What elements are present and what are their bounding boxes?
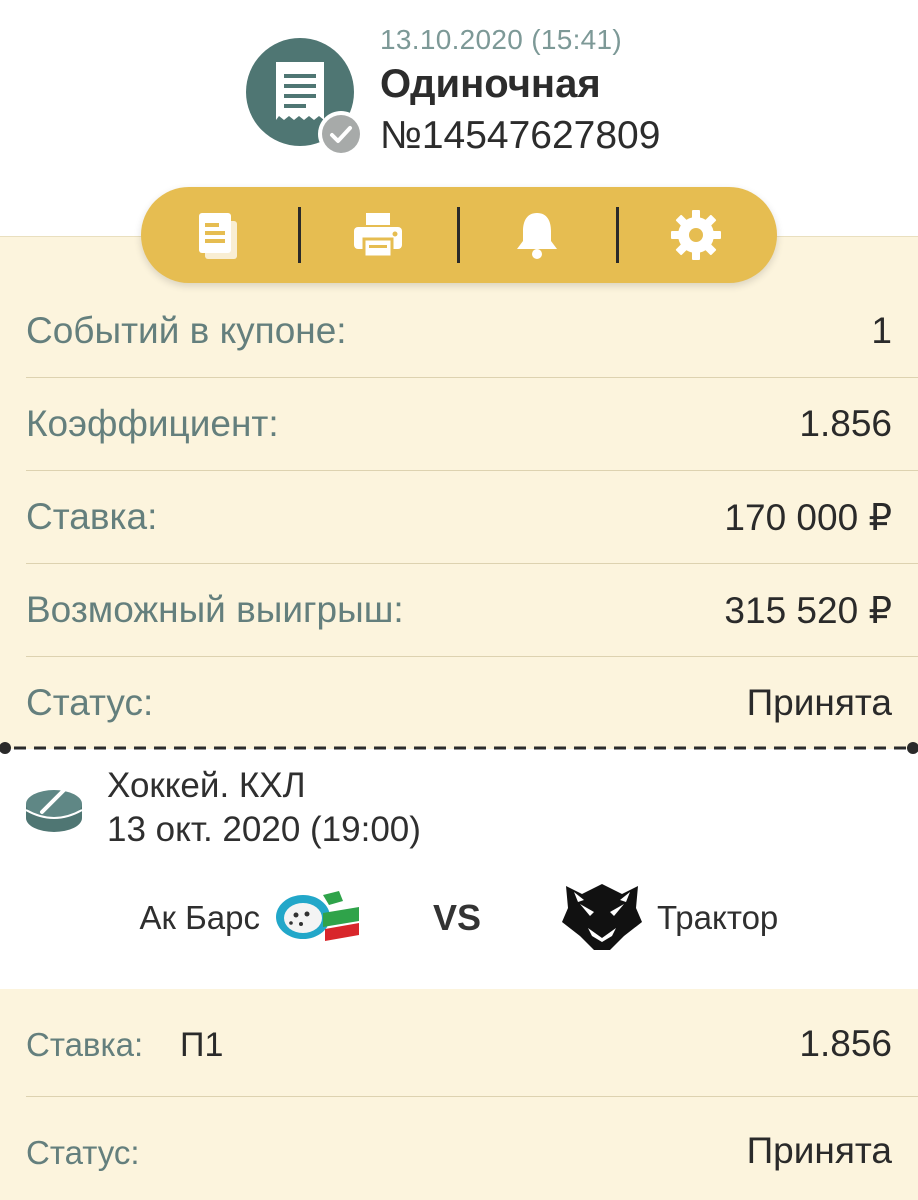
- possible-win-row: Возможный выигрыш: 315 520 ₽: [0, 563, 918, 656]
- vs-label: VS: [433, 897, 482, 938]
- bet-coupon-screen: 13.10.2020 (15:41) Одиночная №1454762780…: [0, 0, 918, 1200]
- bet-status-label: Статус:: [26, 1134, 140, 1171]
- coupon-date: 13.10.2020 (15:41): [380, 24, 623, 55]
- row-divider: [26, 1096, 918, 1097]
- coupon-number: №14547627809: [380, 114, 661, 157]
- status-value: Принята: [746, 682, 892, 723]
- status-row: Статус: Принята: [0, 656, 918, 749]
- event-sport-league: Хоккей. КХЛ: [107, 766, 306, 805]
- odds-row: Коэффициент: 1.856: [0, 377, 918, 470]
- possible-win-label: Возможный выигрыш:: [26, 589, 404, 630]
- odds-value: 1.856: [799, 403, 892, 444]
- toolbar-divider: [298, 207, 301, 263]
- events-count-value: 1: [871, 310, 892, 351]
- event-datetime: 13 окт. 2020 (19:00): [107, 810, 421, 849]
- copy-document-icon: [199, 213, 237, 259]
- toolbar-divider: [457, 207, 460, 263]
- copy-button[interactable]: [179, 201, 259, 269]
- bell-icon: [517, 213, 557, 259]
- gear-icon: [671, 210, 721, 260]
- print-button[interactable]: [338, 201, 418, 269]
- stake-row: Ставка: 170 000 ₽: [0, 470, 918, 563]
- hockey-puck-icon: [25, 784, 83, 832]
- stake-label: Ставка:: [26, 496, 158, 537]
- coupon-type-title: Одиночная: [380, 62, 601, 106]
- settings-button[interactable]: [656, 201, 736, 269]
- team2-name: Трактор: [657, 899, 779, 936]
- events-count-label: Событий в купоне:: [26, 310, 347, 351]
- team1-name: Ак Барс: [139, 899, 260, 936]
- toolbar-divider: [616, 207, 619, 263]
- bet-outcome: П1: [180, 1026, 224, 1064]
- possible-win-value: 315 520 ₽: [724, 590, 892, 631]
- bet-status-value: Принята: [746, 1130, 892, 1171]
- perforation-divider: [0, 740, 918, 756]
- status-label: Статус:: [26, 682, 154, 723]
- stake-value: 170 000 ₽: [724, 497, 892, 538]
- accepted-badge: [318, 111, 364, 157]
- events-count-row: Событий в купоне: 1: [0, 284, 918, 377]
- coupon-toolbar: [141, 187, 777, 283]
- odds-label: Коэффициент:: [26, 403, 279, 444]
- bet-stake-label: Ставка:: [26, 1026, 144, 1063]
- printer-icon: [354, 213, 402, 259]
- traktor-logo: [562, 884, 642, 950]
- bet-odds: 1.856: [799, 1023, 892, 1064]
- notifications-button[interactable]: [497, 201, 577, 269]
- check-icon: [322, 115, 360, 153]
- ak-bars-logo: [276, 891, 359, 941]
